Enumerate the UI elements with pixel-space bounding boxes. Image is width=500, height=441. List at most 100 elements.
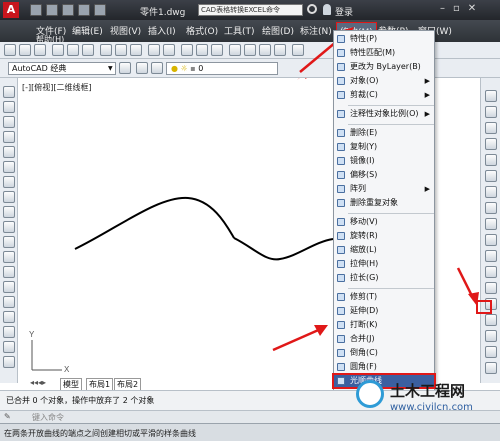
modify-menu-item[interactable]: 特性匹配(M) [334, 47, 434, 59]
menu-edit[interactable]: 编辑(E) [72, 24, 103, 37]
tool-print-icon[interactable] [52, 44, 64, 56]
tool-cut-icon[interactable] [100, 44, 112, 56]
app-logo[interactable]: A [3, 2, 19, 18]
modify-menu-item[interactable]: 特性(P) [334, 33, 434, 45]
workspace-select[interactable]: AutoCAD 经典 [8, 62, 116, 75]
modify-menu-item[interactable]: 注释性对象比例(O) ▶ [334, 108, 434, 120]
tool-copy-icon[interactable] [115, 44, 127, 56]
tool-open-icon[interactable] [19, 44, 31, 56]
draw-region-icon[interactable] [3, 326, 15, 338]
tool-design-center-icon[interactable] [244, 44, 256, 56]
modify-erase-icon[interactable] [485, 90, 497, 102]
modify-menu-item[interactable]: 打断(K) [334, 319, 434, 331]
save-icon[interactable] [62, 4, 74, 16]
modify-break-icon[interactable] [485, 266, 497, 278]
draw-mtext-icon[interactable] [3, 356, 15, 368]
modify-menu-item[interactable]: 删除(E) [334, 127, 434, 139]
workspace-settings-icon[interactable] [119, 62, 131, 74]
modify-offset-icon[interactable] [485, 138, 497, 150]
draw-spline-icon[interactable] [3, 206, 15, 218]
tool-pan-icon[interactable] [181, 44, 193, 56]
tool-save-icon[interactable] [34, 44, 46, 56]
draw-ellipse-arc-icon[interactable] [3, 236, 15, 248]
command-prompt[interactable]: 键入命令 [32, 412, 64, 423]
modify-menu-item[interactable]: 剪裁(C) ▶ [334, 89, 434, 101]
open-icon[interactable] [46, 4, 58, 16]
plot-icon[interactable] [78, 4, 90, 16]
login-label[interactable]: 登录 [335, 5, 353, 18]
modify-menu-item[interactable]: 镜像(I) [334, 155, 434, 167]
draw-insert-block-icon[interactable] [3, 251, 15, 263]
modify-join-icon[interactable] [485, 282, 497, 294]
modify-menu-item[interactable]: 删除重复对象 [334, 197, 434, 209]
search-box[interactable]: CAD表格转换EXCEL命令 [198, 4, 303, 16]
modify-rotate-icon[interactable] [485, 186, 497, 198]
modify-fillet-icon[interactable] [485, 314, 497, 326]
new-icon[interactable] [30, 4, 42, 16]
modify-properties-icon[interactable] [485, 362, 497, 374]
tool-undo-icon[interactable] [148, 44, 160, 56]
draw-polyline-icon[interactable] [3, 116, 15, 128]
draw-rectangle-icon[interactable] [3, 146, 15, 158]
modify-menu-item[interactable]: 对象(O) ▶ [334, 75, 434, 87]
draw-ellipse-icon[interactable] [3, 221, 15, 233]
draw-gradient-icon[interactable] [3, 311, 15, 323]
tool-redo-icon[interactable] [163, 44, 175, 56]
modify-menu-item[interactable]: 偏移(S) [334, 169, 434, 181]
layer-manager-icon[interactable] [136, 62, 148, 74]
modify-extend-icon[interactable] [485, 250, 497, 262]
menu-insert[interactable]: 插入(I) [148, 24, 176, 37]
window-controls[interactable]: –▫✕ [440, 3, 496, 17]
menu-format[interactable]: 格式(O) [186, 24, 218, 37]
draw-arc-icon[interactable] [3, 161, 15, 173]
tool-new-icon[interactable] [4, 44, 16, 56]
modify-stretch-icon[interactable] [485, 218, 497, 230]
tool-paste-icon[interactable] [130, 44, 142, 56]
user-icon[interactable] [323, 4, 331, 15]
modify-array-icon[interactable] [485, 154, 497, 166]
modify-explode-icon[interactable] [485, 346, 497, 358]
draw-construction-line-icon[interactable] [3, 101, 15, 113]
draw-point-icon[interactable] [3, 281, 15, 293]
tool-preview-icon[interactable] [67, 44, 79, 56]
tool-calc-icon[interactable] [274, 44, 286, 56]
modify-scale-icon[interactable] [485, 202, 497, 214]
modify-menu-item[interactable]: 复制(Y) [334, 141, 434, 153]
modify-trim-icon[interactable] [485, 234, 497, 246]
layer-state-icon[interactable] [151, 62, 163, 74]
modify-menu-item[interactable]: 倒角(C) [334, 347, 434, 359]
tool-properties-icon[interactable] [229, 44, 241, 56]
modify-menu-item[interactable]: 更改为 ByLayer(B) [334, 61, 434, 73]
tool-zoom-window-icon[interactable] [211, 44, 223, 56]
modify-menu-item[interactable]: 修剪(T) [334, 291, 434, 303]
modify-menu-item[interactable]: 圆角(F) [334, 361, 434, 373]
menu-view[interactable]: 视图(V) [110, 24, 141, 37]
menu-tools[interactable]: 工具(T) [224, 24, 255, 37]
draw-revision-cloud-icon[interactable] [3, 191, 15, 203]
modify-blend-icon[interactable] [485, 330, 497, 342]
draw-table-icon[interactable] [3, 341, 15, 353]
modify-menu-item[interactable]: 移动(V) [334, 216, 434, 228]
modify-menu-item[interactable]: 缩放(L) [334, 244, 434, 256]
tool-publish-icon[interactable] [82, 44, 94, 56]
modify-menu-item[interactable]: 旋转(R) [334, 230, 434, 242]
draw-circle-icon[interactable] [3, 176, 15, 188]
layer-select[interactable]: ● ☼ ▪ 0 [166, 62, 278, 75]
modify-menu-item[interactable]: 延伸(D) [334, 305, 434, 317]
tab-nav-icon[interactable]: ◂◂◂▸ [30, 378, 46, 387]
undo-icon[interactable] [94, 4, 106, 16]
tool-zoom-icon[interactable] [196, 44, 208, 56]
modify-mirror-icon[interactable] [485, 122, 497, 134]
draw-hatch-icon[interactable] [3, 296, 15, 308]
draw-polygon-icon[interactable] [3, 131, 15, 143]
search-icon[interactable] [307, 4, 317, 14]
wrench-icon[interactable]: ✎ [4, 412, 11, 421]
tool-palettes-icon[interactable] [259, 44, 271, 56]
modify-menu-item[interactable]: 阵列 ▶ [334, 183, 434, 195]
modify-menu-item[interactable]: 拉伸(H) [334, 258, 434, 270]
draw-make-block-icon[interactable] [3, 266, 15, 278]
draw-line-icon[interactable] [3, 86, 15, 98]
modify-menu-item[interactable]: 拉长(G) [334, 272, 434, 284]
modify-move-icon[interactable] [485, 170, 497, 182]
modify-copy-icon[interactable] [485, 106, 497, 118]
